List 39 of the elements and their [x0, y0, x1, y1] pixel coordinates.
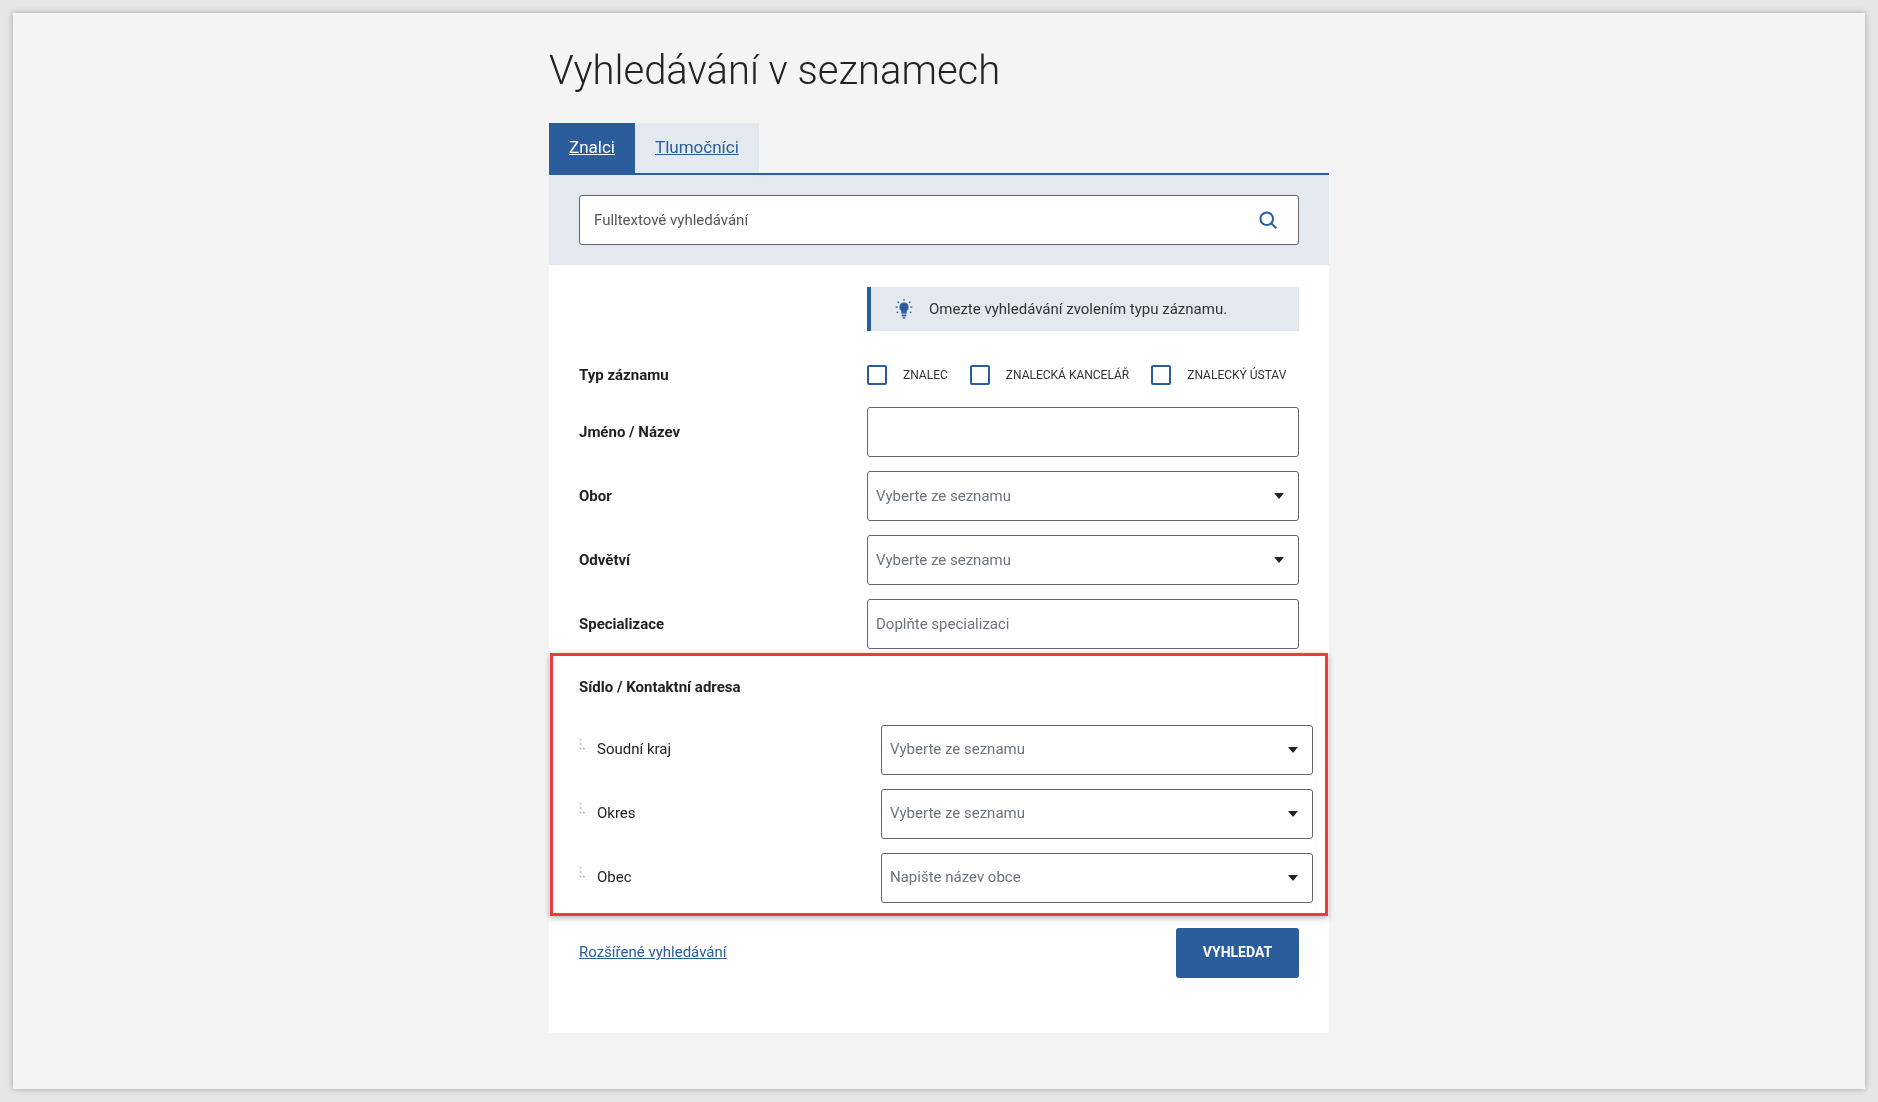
checkbox[interactable] — [867, 365, 887, 385]
field-label: Obor — [579, 485, 612, 507]
checkbox[interactable] — [1151, 365, 1172, 385]
drag-handle-icon — [579, 802, 585, 815]
field-label: Obec — [597, 867, 632, 889]
field-label: Odvětví — [579, 549, 631, 571]
page-title: Vyhledávání v seznamech — [549, 47, 1002, 95]
section-title: Sídlo / Kontaktní adresa — [579, 677, 742, 698]
drag-handle-icon — [579, 866, 585, 879]
checkbox-label: ZNALEC — [903, 367, 948, 384]
caret-icon — [1288, 746, 1298, 753]
checkbox-label: ZNALECKÁ KANCELÁŘ — [1005, 366, 1130, 384]
field-label: Okres — [597, 803, 636, 825]
search-icon — [1258, 210, 1278, 230]
input-field[interactable] — [867, 407, 1299, 457]
search-button[interactable]: VYHLEDAT — [1176, 927, 1299, 978]
field-label: Typ záznamu — [579, 364, 669, 386]
caret-icon — [1288, 874, 1298, 881]
checkbox-label: ZNALECKÝ ÚSTAV — [1187, 366, 1287, 384]
field-label: Jméno / Název — [579, 421, 681, 443]
drag-handle-icon — [579, 738, 585, 751]
search-field[interactable]: Fulltextové vyhledávání — [579, 195, 1299, 245]
select-field[interactable]: Vyberte ze seznamu — [881, 724, 1313, 775]
caret-icon — [1274, 557, 1284, 563]
select-field[interactable]: Napište název obce — [881, 852, 1313, 903]
select-field[interactable]: Vyberte ze seznamu — [867, 471, 1299, 521]
caret-icon — [1274, 493, 1284, 499]
checkbox[interactable] — [969, 365, 990, 385]
advanced-search-link[interactable]: Rozšířené vyhledávání — [579, 941, 727, 964]
field-label: Specializace — [579, 613, 665, 635]
tab[interactable]: Znalci — [549, 123, 635, 173]
select-field[interactable]: Vyberte ze seznamu — [881, 788, 1313, 839]
hint-text: Omezte vyhledávání zvolením typu záznamu. — [929, 298, 1228, 320]
field-label: Soudní kraj — [597, 739, 672, 761]
input-field[interactable]: Doplňte specializaci — [867, 599, 1299, 649]
select-field[interactable]: Vyberte ze seznamu — [867, 535, 1299, 585]
tab[interactable]: Tlumočníci — [635, 123, 759, 173]
caret-icon — [1288, 810, 1298, 817]
lightbulb-icon — [893, 298, 915, 320]
